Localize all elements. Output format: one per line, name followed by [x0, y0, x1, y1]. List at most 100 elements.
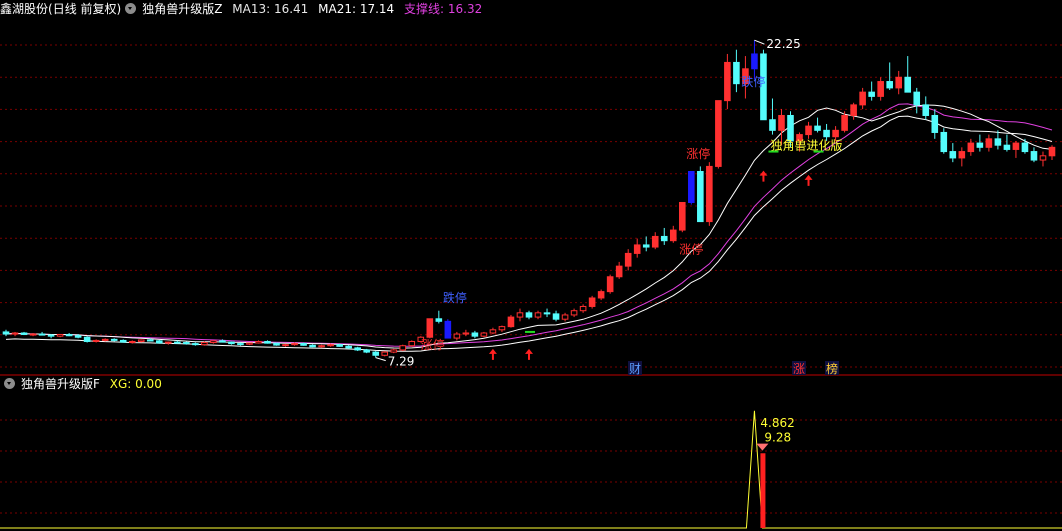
candle: [1012, 142, 1020, 150]
candle: [210, 340, 217, 344]
candle: [38, 333, 46, 336]
dropdown-icon[interactable]: [125, 3, 137, 14]
event-badge-zhang: 涨: [793, 361, 805, 376]
candle: [110, 338, 118, 341]
candle: [363, 349, 370, 353]
candle: [462, 332, 470, 335]
candle: [940, 131, 948, 153]
candle: [426, 318, 434, 338]
candle: [814, 125, 821, 131]
candle: [895, 76, 903, 89]
buy-arrow-icon: [488, 348, 497, 360]
candle: [1003, 144, 1011, 150]
candle: [669, 229, 677, 242]
candle: [444, 320, 452, 339]
candle: [931, 114, 939, 133]
candle: [561, 314, 569, 320]
candle: [606, 276, 614, 293]
ma21-label: MA21: 17.14: [318, 2, 395, 16]
candle: [345, 345, 352, 349]
candle: [697, 171, 704, 223]
xg-line: [0, 410, 1062, 529]
candle: [678, 201, 686, 231]
event-badge-cai: 财: [629, 362, 641, 376]
candle: [101, 338, 109, 341]
dropdown-icon[interactable]: [4, 378, 15, 389]
candle: [994, 138, 1002, 146]
candle: [651, 235, 659, 248]
candle: [372, 351, 380, 356]
candle: [165, 341, 172, 344]
candle: [237, 343, 244, 346]
candle: [201, 342, 208, 346]
candle: [2, 331, 10, 335]
candle: [751, 53, 758, 70]
candle: [291, 343, 298, 346]
candle: [823, 129, 830, 138]
candle: [525, 312, 533, 318]
indicator-name[interactable]: 独角兽升级版Z: [142, 0, 222, 18]
limit-down-label: 跌停: [741, 74, 765, 89]
candle: [588, 297, 596, 307]
candle: [453, 333, 461, 339]
candle: [805, 125, 812, 136]
candle: [958, 151, 966, 159]
candle: [20, 332, 28, 335]
candle: [273, 342, 280, 346]
candle: [922, 104, 930, 116]
candle: [832, 129, 839, 138]
kline-chart[interactable]: 22.257.29跌停涨停涨停涨停跌停独角兽进化版财涨榜4.8629.28: [0, 0, 1062, 531]
ma21-line: [5, 103, 1053, 347]
candle: [904, 76, 912, 93]
candle: [119, 339, 127, 343]
candle: [489, 329, 497, 334]
candle: [706, 165, 713, 223]
candle: [146, 339, 154, 342]
sub-panel-header: 独角兽升级版F XG: 0.00: [0, 375, 168, 393]
sub-marker-label: 9.28: [764, 431, 791, 445]
candle: [92, 339, 100, 342]
sub-indicator-name[interactable]: 独角兽升级版F: [21, 375, 100, 393]
candle: [715, 100, 722, 167]
candle: [787, 114, 794, 142]
low-pointer: [375, 357, 386, 362]
candle: [1021, 142, 1029, 153]
candle: [841, 114, 848, 131]
candle: [949, 151, 957, 159]
candle: [985, 138, 993, 148]
candle: [327, 344, 334, 347]
limit-up-label: 涨停: [686, 146, 710, 161]
candle: [642, 244, 650, 248]
candle: [128, 340, 136, 343]
candle: [219, 340, 226, 343]
candle: [318, 345, 325, 348]
candle: [255, 340, 262, 344]
buy-arrow-icon: [759, 170, 768, 182]
stock-name[interactable]: 鑫湖股份: [0, 0, 48, 18]
candle: [778, 114, 785, 131]
candle: [1048, 146, 1056, 157]
period-label: (日线 前复权): [48, 2, 122, 16]
limit-up-label: 涨停: [679, 241, 703, 256]
candle: [552, 313, 560, 320]
candle: [137, 339, 145, 342]
candle: [967, 142, 975, 153]
candle: [507, 316, 515, 328]
signal-bar: [760, 453, 766, 528]
diamond-marker-icon: [756, 443, 769, 451]
candle: [859, 91, 866, 106]
limit-down-label: 跌停: [443, 290, 467, 305]
candle: [264, 340, 271, 344]
candle: [850, 104, 857, 116]
candle: [399, 345, 407, 351]
candle: [408, 340, 416, 347]
candle: [174, 341, 181, 344]
candle: [769, 119, 776, 131]
candle: [597, 291, 605, 299]
candle: [633, 244, 641, 254]
candle: [336, 344, 343, 347]
candle: [74, 335, 82, 338]
buy-arrow-icon: [804, 174, 813, 186]
evolution-signal-label: 独角兽进化版: [770, 138, 842, 152]
candle: [471, 332, 479, 337]
